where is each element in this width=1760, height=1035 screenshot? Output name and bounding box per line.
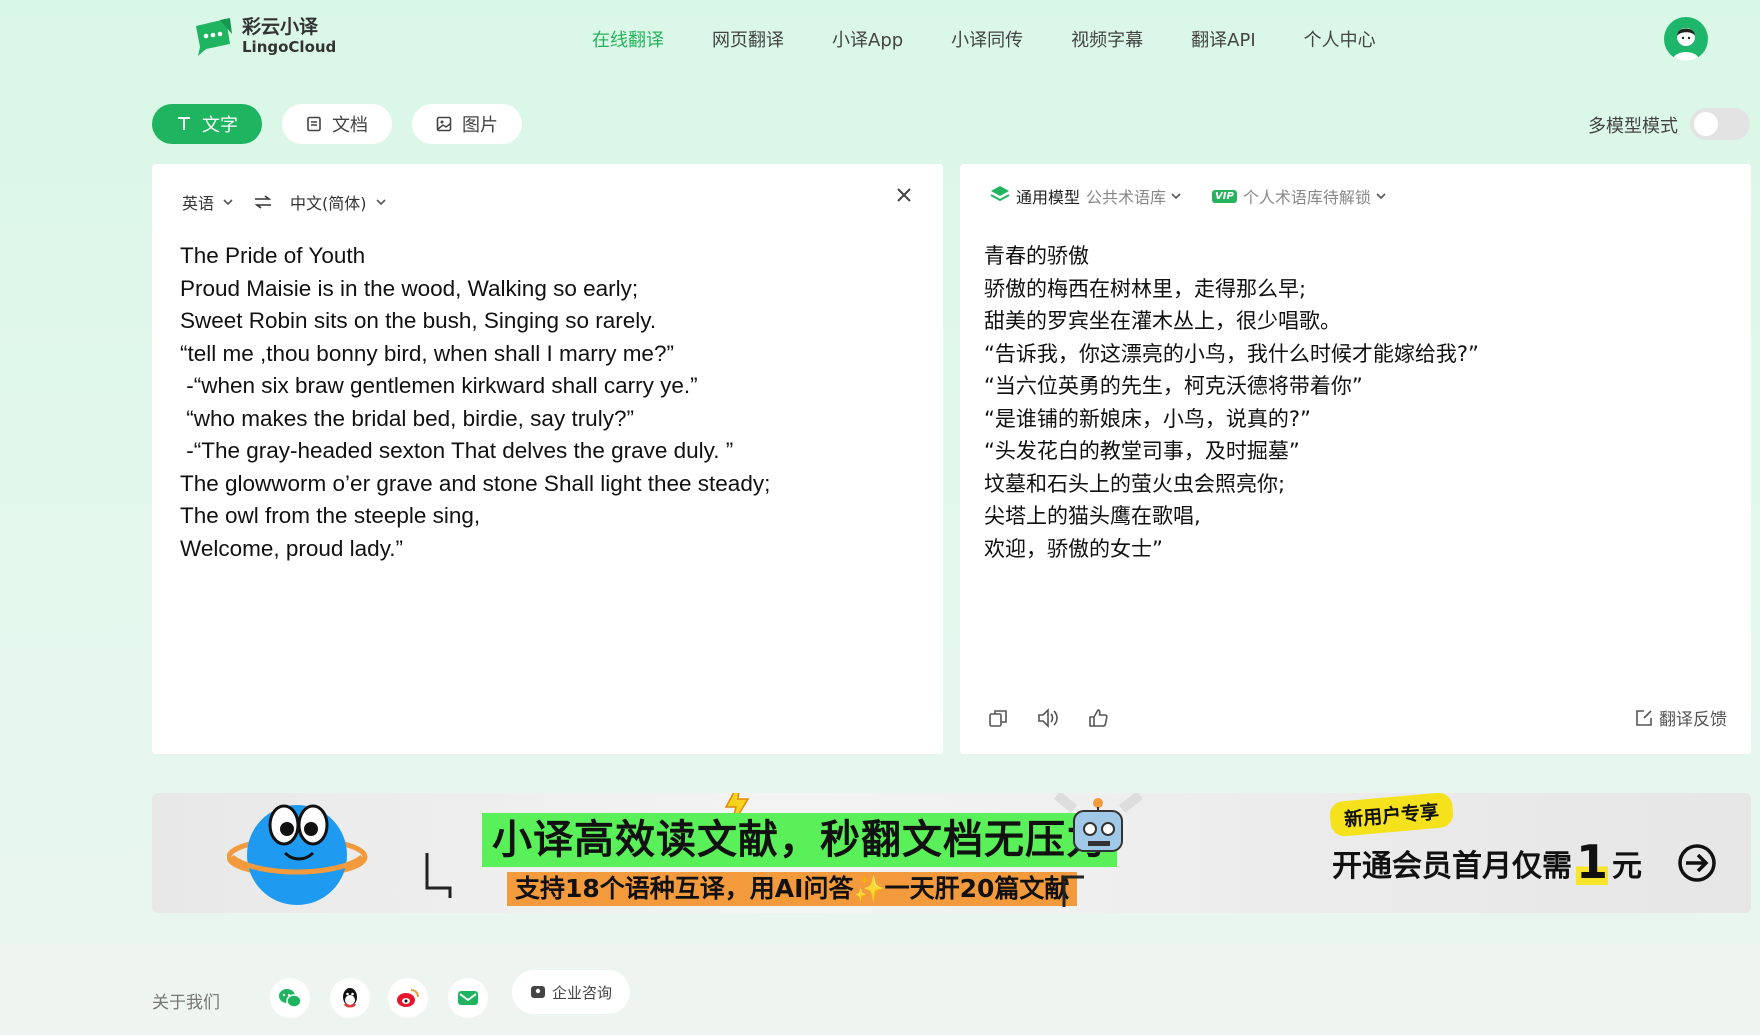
copy-icon[interactable] [984, 704, 1012, 732]
consult-label: 企业咨询 [551, 983, 612, 1002]
qq-icon[interactable] [330, 978, 370, 1018]
nav-api[interactable]: 翻译API [1191, 26, 1255, 52]
tab-text-label: 文字 [202, 115, 238, 136]
source-text-input[interactable]: The Pride of Youth Proud Maisie is in th… [180, 240, 770, 565]
feedback-label: 翻译反馈 [1659, 710, 1727, 730]
multi-model-toggle[interactable] [1690, 108, 1750, 140]
promo-banner[interactable]: 小译高效读文献，秒翻文档无压力 支持18个语种互译，用AI问答✨一天肝20篇文献… [152, 793, 1751, 913]
about-us-link[interactable]: 关于我们 [152, 988, 220, 1013]
tab-image-label: 图片 [462, 115, 498, 136]
logo[interactable]: 彩云小译 LingoCloud [192, 16, 336, 58]
layers-icon [990, 185, 1010, 207]
image-icon [436, 116, 452, 132]
target-language-select[interactable]: 中文(简体) [290, 190, 367, 214]
robot-icon [1053, 793, 1142, 852]
translation-feedback-button[interactable]: 翻译反馈 [1635, 705, 1727, 730]
main-nav: 在线翻译 网页翻译 小译App 小译同传 视频字幕 翻译API 个人中心 [592, 26, 1424, 52]
nav-online-translate[interactable]: 在线翻译 [592, 26, 664, 52]
source-panel: 英语 中文(简体) The Pride of Youth Proud Maisi… [152, 164, 943, 754]
edit-icon [1636, 709, 1652, 726]
banner-subline: 支持18个语种互译，用AI问答✨一天肝20篇文献 [507, 872, 1078, 906]
model-name[interactable]: 通用模型 [1016, 184, 1080, 208]
chevron-down-icon[interactable] [222, 196, 234, 208]
avatar[interactable] [1664, 17, 1708, 61]
brand-name-cn: 彩云小译 [242, 16, 319, 39]
weibo-icon[interactable] [388, 978, 428, 1018]
arrow-right-circle-icon[interactable] [1677, 843, 1717, 883]
chevron-down-icon[interactable] [1170, 190, 1182, 202]
wechat-icon[interactable] [270, 978, 310, 1018]
language-bar: 英语 中文(简体) [182, 190, 407, 214]
personal-glossary[interactable]: 个人术语库待解锁 [1243, 184, 1371, 208]
text-icon [176, 116, 192, 132]
tab-document[interactable]: 文档 [282, 104, 392, 144]
model-bar: 通用模型 公共术语库 VIP 个人术语库待解锁 [990, 184, 1387, 208]
banner-headline: 小译高效读文献，秒翻文档无压力 [482, 813, 1117, 867]
offer-suffix: 元 [1612, 849, 1643, 884]
tab-image[interactable]: 图片 [412, 104, 522, 144]
output-actions [984, 704, 1134, 732]
thumbs-up-icon[interactable] [1084, 704, 1112, 732]
logo-icon [192, 16, 234, 58]
mode-tabs: 文字 文档 图片 [152, 104, 542, 144]
offer-prefix: 开通会员首月仅需 [1332, 849, 1572, 884]
nav-personal-center[interactable]: 个人中心 [1304, 26, 1376, 52]
offer-text: 开通会员首月仅需 1 元 [1332, 839, 1642, 885]
nav-web-translate[interactable]: 网页翻译 [712, 26, 784, 52]
bracket-decoration [1062, 875, 1084, 907]
planet-mascot-icon [227, 804, 368, 905]
speaker-icon[interactable] [1034, 704, 1062, 732]
nav-video-subtitles[interactable]: 视频字幕 [1071, 26, 1143, 52]
multi-model-label: 多模型模式 [1588, 116, 1678, 137]
source-language-select[interactable]: 英语 [182, 190, 214, 214]
vip-badge: VIP [1212, 189, 1237, 203]
clear-text-close-icon[interactable] [893, 184, 915, 206]
swap-languages-icon[interactable] [254, 195, 272, 209]
tab-document-label: 文档 [332, 115, 368, 136]
nav-app[interactable]: 小译App [832, 26, 903, 52]
bracket-decoration [425, 853, 452, 898]
nav-simultaneous[interactable]: 小译同传 [951, 26, 1023, 52]
document-icon [306, 116, 322, 132]
public-glossary[interactable]: 公共术语库 [1086, 184, 1166, 208]
header: 彩云小译 LingoCloud 在线翻译 网页翻译 小译App 小译同传 视频字… [0, 0, 1760, 80]
target-panel: 通用模型 公共术语库 VIP 个人术语库待解锁 青春的骄傲 骄傲的梅西在树林里，… [960, 164, 1751, 754]
chevron-down-icon[interactable] [1375, 190, 1387, 202]
headset-icon [530, 986, 545, 998]
offer-amount: 1 [1576, 835, 1609, 889]
new-user-badge: 新用户专享 [1328, 793, 1455, 838]
enterprise-consult-button[interactable]: 企业咨询 [512, 970, 630, 1014]
mail-icon[interactable] [448, 978, 488, 1018]
tab-text[interactable]: 文字 [152, 104, 262, 144]
chevron-down-icon[interactable] [375, 196, 387, 208]
footer: 关于我们 企业咨询 [0, 944, 1760, 1035]
brand-name-en: LingoCloud [242, 38, 337, 57]
translation-output: 青春的骄傲 骄傲的梅西在树林里，走得那么早; 甜美的罗宾坐在灌木丛上，很少唱歌。… [984, 244, 1479, 561]
